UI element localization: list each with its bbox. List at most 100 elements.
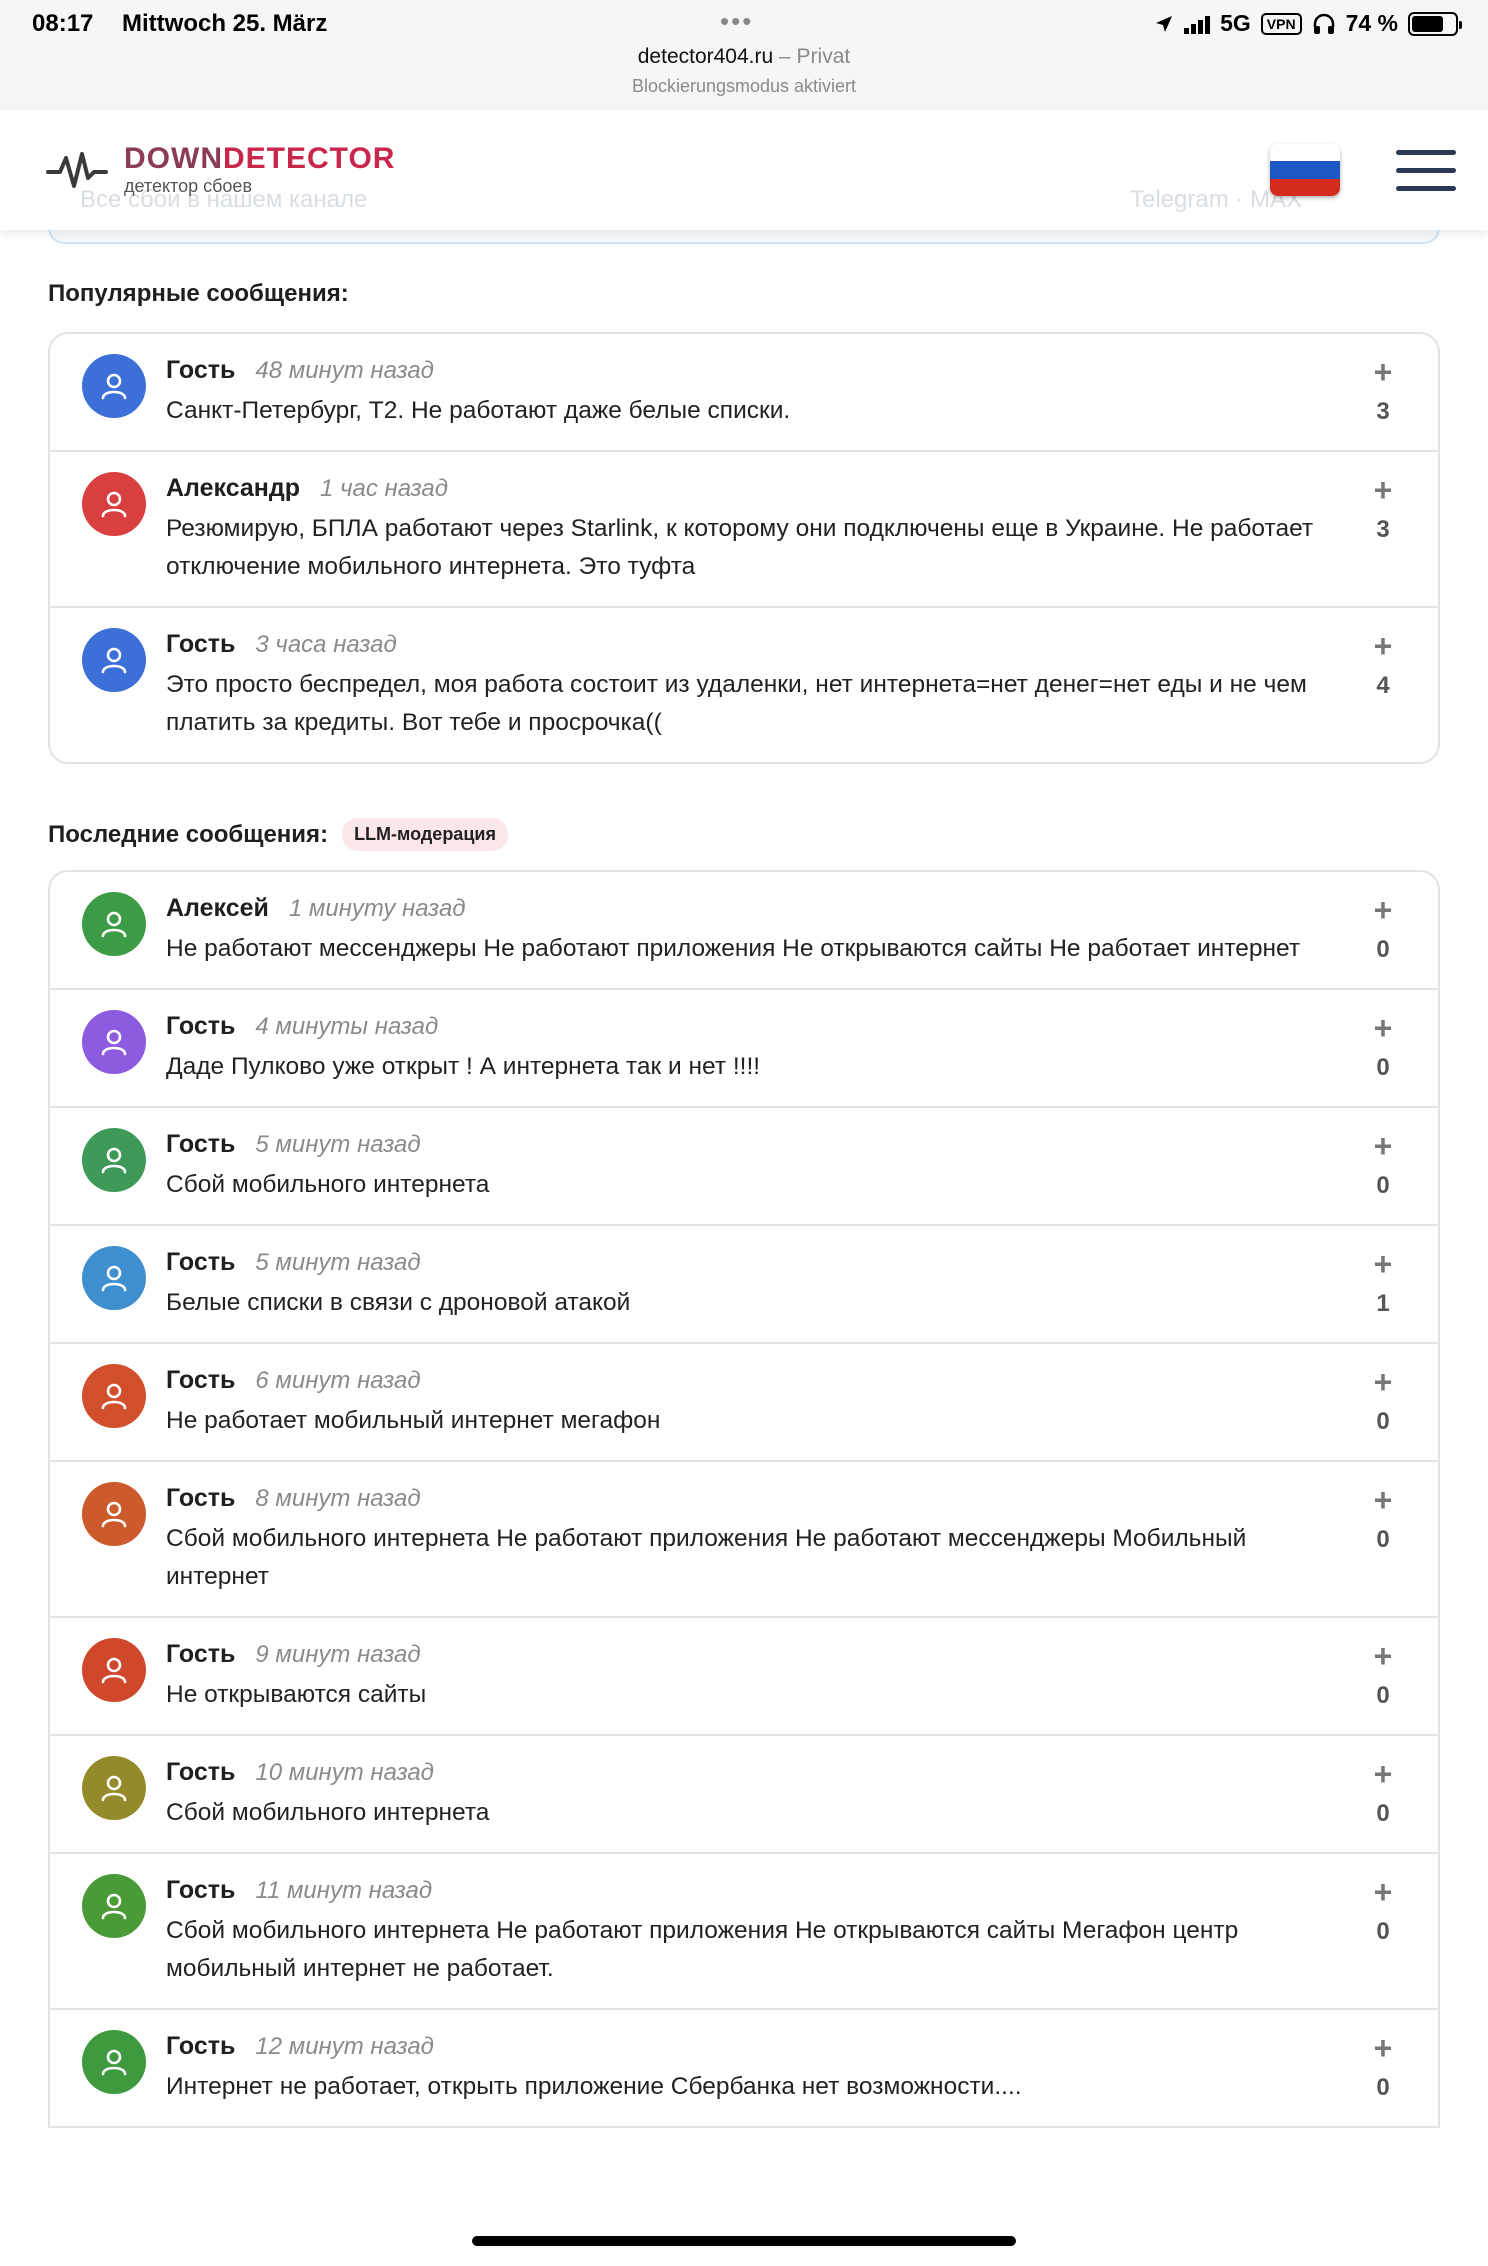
message-text: Интернет не работает, открыть приложение… — [166, 2073, 1022, 2100]
message-time: 11 минут назад — [255, 1877, 433, 1904]
user-icon — [101, 1893, 127, 1920]
message-item: Гость 12 минут назад Интернет не работает,… — [50, 2010, 1438, 2128]
battery-fill — [1412, 15, 1444, 32]
message-text: Сбой мобильного интернета — [166, 1799, 490, 1826]
plus-icon[interactable]: + — [1368, 1130, 1398, 1162]
vote-control: +0 — [1368, 1366, 1398, 1436]
vote-count: 0 — [1376, 1800, 1390, 1827]
address-bar[interactable]: detector404.ru – Privat — [0, 45, 1488, 69]
message-text: Это просто беспредел, моя работа состоит… — [166, 671, 1307, 736]
message-author: Гость — [166, 1758, 236, 1786]
vote-count: 0 — [1376, 1408, 1390, 1435]
vote-control: +0 — [1368, 1012, 1398, 1082]
plus-icon[interactable]: + — [1368, 1012, 1398, 1044]
vote-control: +0 — [1368, 894, 1398, 964]
user-icon — [101, 1383, 127, 1410]
message-time: 48 минут назад — [255, 357, 434, 384]
status-date: Mittwoch 25. März — [122, 10, 328, 37]
plus-icon[interactable]: + — [1368, 630, 1398, 662]
signal-icon — [1184, 14, 1211, 34]
message-header: Гость 11 минут назад — [166, 1876, 1328, 1912]
vote-control: +0 — [1368, 1758, 1398, 1828]
more-dots-icon[interactable]: ••• — [720, 6, 753, 37]
plus-icon[interactable]: + — [1368, 1876, 1398, 1908]
popular-messages-list: Гость 48 минут назад Санкт-Петербург, Т2. … — [48, 332, 1440, 764]
flag-stripe — [1270, 178, 1340, 196]
popular-heading: Популярные сообщения: — [48, 280, 349, 307]
vote-control: +3 — [1368, 356, 1398, 426]
message-header: Гость 4 минуты назад — [166, 1012, 1328, 1048]
message-time: 6 минут назад — [255, 1367, 421, 1394]
message-time: 5 минут назад — [255, 1131, 421, 1158]
avatar — [82, 2030, 146, 2094]
user-icon — [101, 491, 127, 518]
avatar — [82, 628, 146, 692]
message-time: 4 минуты назад — [255, 1013, 439, 1040]
avatar — [82, 1638, 146, 1702]
message-text: Сбой мобильного интернета — [166, 1171, 490, 1198]
vote-count: 0 — [1376, 2074, 1390, 2101]
plus-icon[interactable]: + — [1368, 1484, 1398, 1516]
avatar — [82, 1756, 146, 1820]
vote-count: 0 — [1376, 1682, 1390, 1709]
user-icon — [101, 911, 127, 938]
message-time: 9 минут назад — [255, 1641, 421, 1668]
avatar — [82, 1010, 146, 1074]
message-header: Гость 5 минут назад — [166, 1248, 1328, 1284]
user-icon — [101, 2049, 127, 2076]
vote-control: +4 — [1368, 630, 1398, 700]
plus-icon[interactable]: + — [1368, 1366, 1398, 1398]
lockdown-mode-label: Blockierungsmodus aktiviert — [631, 76, 857, 96]
avatar — [82, 354, 146, 418]
message-time: 1 минуту назад — [288, 895, 466, 922]
message-item: Гость 4 минуты назад Даде Пулково уже откр… — [50, 990, 1438, 1108]
user-icon — [101, 373, 127, 400]
message-text: Санкт-Петербург, Т2. Не работают даже бе… — [166, 397, 791, 424]
message-header: Гость 48 минут назад — [166, 356, 1328, 392]
battery-icon — [1408, 11, 1462, 36]
vote-count: 0 — [1376, 1526, 1390, 1553]
message-author: Гость — [166, 1130, 236, 1158]
home-indicator[interactable] — [472, 2236, 1016, 2246]
message-text: Резюмирую, БПЛА работают через Starlink,… — [166, 515, 1314, 580]
plus-icon[interactable]: + — [1368, 2032, 1398, 2064]
user-icon — [101, 1029, 127, 1056]
message-item: Александр 1 час назад Резюмирую, БПЛА рабо… — [50, 452, 1438, 608]
headphones-icon — [1313, 13, 1334, 34]
vote-count: 1 — [1376, 1290, 1390, 1317]
vote-count: 4 — [1376, 672, 1390, 699]
vote-control: +3 — [1368, 474, 1398, 544]
plus-icon[interactable]: + — [1368, 1640, 1398, 1672]
plus-icon[interactable]: + — [1368, 474, 1398, 506]
battery-percent: 74 % — [1345, 10, 1398, 36]
private-label: – Privat — [779, 45, 851, 68]
avatar — [82, 1128, 146, 1192]
message-time: 1 час назад — [320, 475, 449, 502]
message-text: Сбой мобильного интернета Не работают пр… — [166, 1525, 1247, 1590]
plus-icon[interactable]: + — [1368, 1248, 1398, 1280]
user-icon — [101, 647, 127, 674]
plus-icon[interactable]: + — [1368, 1758, 1398, 1790]
hamburger-icon[interactable] — [1396, 150, 1456, 192]
message-text: Не работает мобильный интернет мегафон — [166, 1407, 661, 1434]
message-author: Гость — [166, 1640, 236, 1668]
latest-heading: Последние сообщения: LLM-модерация — [48, 818, 508, 851]
pulse-icon[interactable] — [46, 148, 108, 192]
plus-icon[interactable]: + — [1368, 894, 1398, 926]
plus-icon[interactable]: + — [1368, 356, 1398, 388]
message-item: Гость 5 минут назад Белые списки в связи с… — [50, 1226, 1438, 1344]
message-author: Гость — [166, 630, 236, 658]
message-author: Гость — [166, 1248, 236, 1276]
message-author: Гость — [166, 1012, 236, 1040]
country-flag-button[interactable] — [1270, 144, 1340, 196]
message-item: Гость 9 минут назад Не открываются сайты +0 — [50, 1618, 1438, 1736]
logo-title[interactable]: DOWNDETECTOR — [124, 142, 395, 176]
vote-count: 3 — [1376, 516, 1390, 543]
message-item: Гость 48 минут назад Санкт-Петербург, Т2. … — [50, 334, 1438, 452]
message-author: Алексей — [166, 894, 269, 922]
avatar — [82, 1246, 146, 1310]
message-text: Даде Пулково уже открыт ! А интернета та… — [166, 1053, 761, 1080]
vote-count: 0 — [1376, 1918, 1390, 1945]
message-time: 5 минут назад — [255, 1249, 421, 1276]
message-author: Гость — [166, 1876, 236, 1904]
